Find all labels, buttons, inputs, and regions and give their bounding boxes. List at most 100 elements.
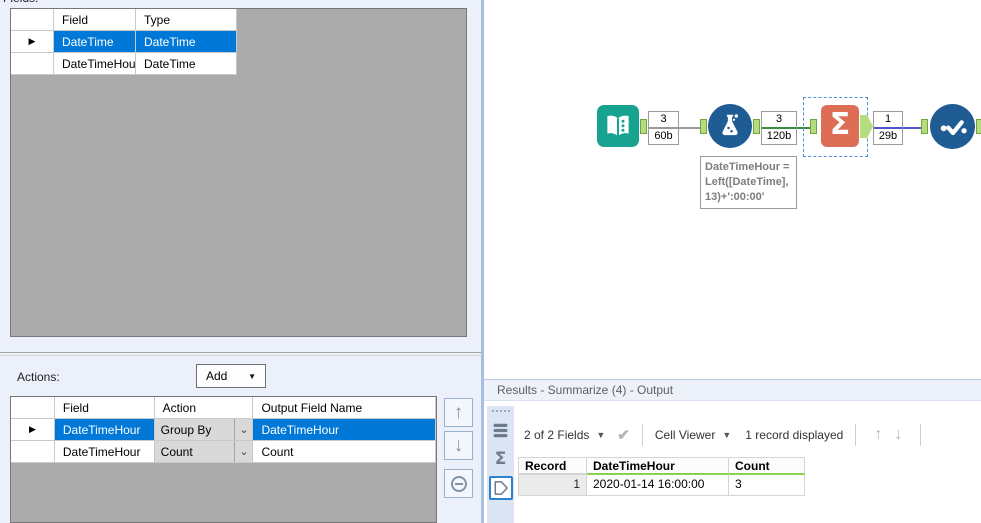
fields-section-label: Fields: (3, 0, 63, 6)
count-cell[interactable]: 3 (729, 475, 805, 496)
byte-size: 29b (878, 130, 898, 142)
browse-tool[interactable] (930, 104, 975, 149)
input-data-tool[interactable] (597, 105, 639, 147)
actions-cell-output[interactable]: Count (253, 441, 436, 463)
remove-action-button[interactable] (444, 469, 473, 498)
results-panel: Results - Summarize (4) - Output Σ 2 of … (484, 379, 981, 523)
flask-icon (722, 114, 738, 136)
add-button-label: Add (206, 369, 228, 383)
panel-separator-line (0, 355, 481, 356)
actions-cell-field[interactable]: DateTimeHour (54, 419, 155, 441)
output-anchor[interactable] (976, 119, 981, 134)
results-anchor-strip: Σ (487, 406, 514, 523)
move-action-up-button[interactable]: ↑ (444, 398, 473, 427)
strip-drag-handle[interactable] (491, 410, 510, 413)
formula-annotation[interactable]: DateTimeHour = Left([DateTime], 13)+':00… (700, 156, 797, 209)
minus-circle-icon (450, 475, 467, 492)
fields-grid: Field Type ▶ DateTime DateTime DateTimeH… (10, 8, 467, 337)
next-record-button[interactable]: ↓ (894, 426, 902, 444)
current-row-arrow-icon: ▶ (28, 36, 36, 46)
input-anchor[interactable] (700, 119, 707, 134)
row-selector-cell[interactable]: ▶ (11, 31, 54, 53)
record-count-status: 1 record displayed (745, 428, 844, 442)
actions-selector-header-cell (11, 397, 55, 419)
metadata-view-button[interactable] (489, 418, 513, 442)
actions-column-header-output[interactable]: Output Field Name (253, 397, 436, 419)
results-data-grid: Record DateTimeHour Count 1 2020-01-14 1… (518, 457, 805, 496)
results-toolbar: 2 of 2 Fields ▼ ✔ Cell Viewer ▼ 1 record… (524, 421, 933, 449)
annotation-line: DateTimeHour = (705, 161, 790, 173)
summarize-tool[interactable]: Σ (821, 105, 859, 147)
sigma-icon: Σ (829, 107, 851, 142)
fields-cell-type[interactable]: DateTime (136, 31, 237, 53)
results-column-header-record[interactable]: Record (518, 457, 587, 475)
toolbar-separator (855, 424, 857, 446)
byte-size: 60b (654, 130, 673, 142)
actions-cell-output[interactable]: DateTimeHour (253, 419, 436, 441)
actions-column-header-field[interactable]: Field (54, 397, 155, 419)
action-combobox[interactable]: Group By ⌄ (154, 419, 254, 441)
actions-row-groupby[interactable]: ▶ DateTimeHour Group By ⌄ DateTimeHour (11, 419, 436, 441)
apply-check-icon[interactable]: ✔ (617, 426, 630, 444)
fields-grid-header: Field Type (11, 9, 466, 31)
fields-column-header-field[interactable]: Field (54, 9, 136, 31)
arrow-up-icon: ↑ (453, 401, 464, 423)
dropdown-caret-icon[interactable]: ▼ (722, 430, 731, 440)
fields-dropdown[interactable]: 2 of 2 Fields (524, 428, 589, 442)
actions-row-count[interactable]: DateTimeHour Count ⌄ Count (11, 441, 436, 463)
results-grid-header: Record DateTimeHour Count (518, 457, 805, 475)
results-column-header-count[interactable]: Count (729, 457, 805, 475)
action-combobox[interactable]: Count ⌄ (154, 441, 254, 463)
connection-count-badge: 3 60b (648, 111, 679, 145)
actions-column-header-action[interactable]: Action (154, 397, 254, 419)
current-row-arrow-icon: ▶ (28, 424, 36, 434)
input-anchor[interactable] (810, 119, 817, 134)
fields-column-header-type[interactable]: Type (136, 9, 237, 31)
fields-cell-type[interactable]: DateTime (136, 53, 237, 75)
connection-input-to-formula[interactable] (678, 127, 700, 129)
stacked-bars-icon (493, 423, 508, 437)
output-anchor[interactable] (860, 115, 873, 138)
record-count: 3 (660, 113, 667, 125)
input-anchor[interactable] (921, 119, 928, 134)
annotation-line: 13)+':00:00' (705, 190, 765, 203)
configuration-panel: Fields: Field Type ▶ DateTime DateTime D… (0, 0, 481, 523)
fields-row-datetime[interactable]: ▶ DateTime DateTime (11, 31, 466, 53)
datetimehour-cell[interactable]: 2020-01-14 16:00:00 (587, 475, 729, 496)
combo-chevron-icon[interactable]: ⌄ (234, 441, 252, 462)
dropdown-caret-icon[interactable]: ▼ (596, 430, 605, 440)
results-column-header-datetimehour[interactable]: DateTimeHour (587, 457, 729, 475)
action-combobox-value: Group By (160, 422, 212, 437)
previous-record-button[interactable]: ↑ (874, 426, 882, 444)
output-anchor[interactable] (753, 119, 760, 134)
byte-size: 120b (766, 130, 792, 142)
fields-cell-field[interactable]: DateTime (54, 31, 136, 53)
output-anchor-icon (494, 481, 508, 495)
output-anchor-button[interactable] (488, 476, 513, 500)
actions-grid: Field Action Output Field Name ▶ DateTim… (10, 396, 437, 523)
panel-separator-line (0, 352, 481, 353)
connection-summarize-to-browse[interactable] (903, 127, 921, 129)
workflow-canvas[interactable]: 3 60b 3 120b Σ 1 29b DateTimeHour = Left… (484, 0, 981, 379)
record-number-cell[interactable]: 1 (518, 475, 587, 496)
row-selector-cell[interactable] (11, 441, 55, 463)
actions-grid-header: Field Action Output Field Name (11, 397, 436, 419)
toolbar-separator (920, 424, 922, 446)
actions-cell-field[interactable]: DateTimeHour (54, 441, 155, 463)
fields-cell-field[interactable]: DateTimeHour (54, 53, 136, 75)
output-anchor[interactable] (640, 119, 647, 134)
summarize-tool-anchor-button[interactable]: Σ (489, 447, 513, 471)
move-action-down-button[interactable]: ↓ (444, 431, 473, 460)
cell-viewer-dropdown[interactable]: Cell Viewer (655, 428, 715, 442)
row-selector-cell[interactable] (11, 53, 54, 75)
formula-tool[interactable] (708, 104, 752, 148)
row-selector-cell[interactable]: ▶ (11, 419, 55, 441)
toolbar-separator (641, 424, 643, 446)
results-data-row[interactable]: 1 2020-01-14 16:00:00 3 (518, 475, 805, 496)
combo-chevron-icon[interactable]: ⌄ (234, 419, 252, 440)
arrow-down-icon: ↓ (453, 434, 464, 456)
add-action-dropdown-button[interactable]: Add ▼ (196, 364, 266, 388)
connection-count-badge: 1 29b (873, 111, 903, 145)
fields-row-datetimehour[interactable]: DateTimeHour DateTime (11, 53, 466, 75)
results-body: Σ 2 of 2 Fields ▼ ✔ Cell Viewer ▼ 1 reco… (484, 401, 981, 523)
